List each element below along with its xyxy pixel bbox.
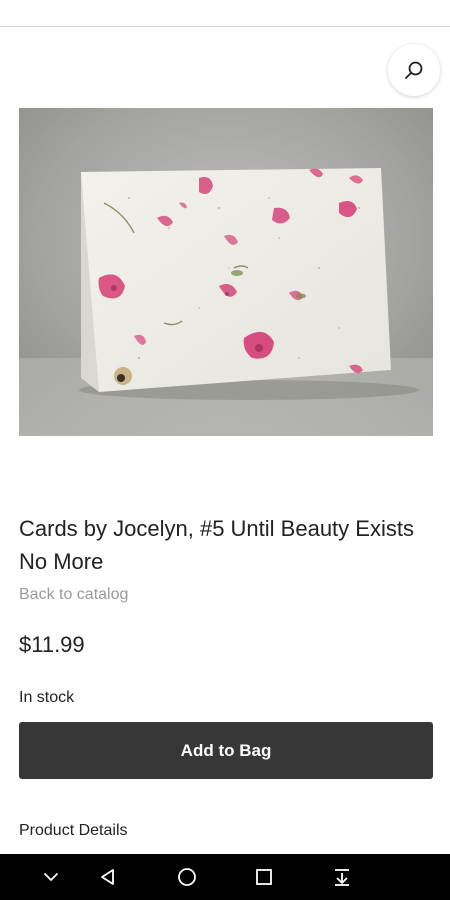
back-triangle-icon[interactable] xyxy=(85,854,131,900)
back-to-catalog-link[interactable]: Back to catalog xyxy=(19,586,128,604)
search-icon xyxy=(405,61,423,79)
chevron-down-icon[interactable] xyxy=(28,854,74,900)
top-divider xyxy=(0,26,450,27)
product-image xyxy=(19,108,433,436)
product-details-heading[interactable]: Product Details xyxy=(19,822,128,840)
add-to-bag-button[interactable]: Add to Bag xyxy=(19,722,433,779)
search-button[interactable] xyxy=(388,44,440,96)
home-circle-icon[interactable] xyxy=(164,854,210,900)
notification-pull-icon[interactable] xyxy=(319,854,365,900)
recents-square-icon[interactable] xyxy=(241,854,287,900)
stock-status: In stock xyxy=(19,689,75,706)
product-price: $11.99 xyxy=(19,632,85,657)
system-navigation-bar xyxy=(0,854,450,900)
product-title: Cards by Jocelyn, #5 Until Beauty Exists… xyxy=(19,516,414,574)
